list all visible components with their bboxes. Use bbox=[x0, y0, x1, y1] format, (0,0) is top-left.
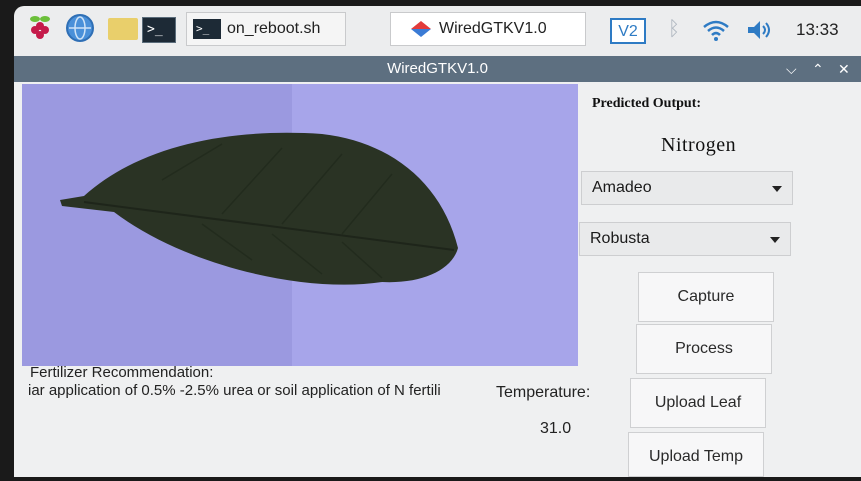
upload-temp-button[interactable]: Upload Temp bbox=[628, 432, 764, 477]
temperature-label: Temperature: bbox=[496, 384, 591, 401]
web-browser-icon[interactable] bbox=[66, 14, 94, 42]
window-titlebar[interactable]: WiredGTKV1.0 ⌵ ⌃ ✕ bbox=[14, 56, 861, 82]
terminal-icon: >_ bbox=[193, 19, 221, 39]
taskbar-button-on-reboot[interactable]: >_ on_reboot.sh bbox=[186, 12, 346, 46]
process-button[interactable]: Process bbox=[636, 324, 772, 374]
variety-dropdown[interactable]: Amadeo bbox=[581, 171, 793, 205]
raspberry-menu-icon[interactable] bbox=[26, 14, 54, 42]
leaf-image bbox=[60, 132, 458, 285]
capture-button[interactable]: Capture bbox=[638, 272, 774, 322]
close-icon[interactable]: ✕ bbox=[838, 56, 850, 82]
variety-dropdown-value: Amadeo bbox=[592, 179, 652, 196]
predicted-output-value: Nitrogen bbox=[661, 134, 737, 156]
fertilizer-recommendation-label: Fertilizer Recommendation: bbox=[30, 364, 214, 381]
species-dropdown-value: Robusta bbox=[590, 230, 650, 247]
maximize-icon[interactable]: ⌃ bbox=[812, 56, 824, 82]
chevron-down-icon bbox=[772, 186, 782, 192]
leaf-image-preview bbox=[22, 84, 578, 366]
taskbar: >_ >_ on_reboot.sh WiredGTKV1.0 V2 ᛒ 13:… bbox=[14, 6, 861, 56]
fertilizer-recommendation-text: iar application of 0.5% -2.5% urea or so… bbox=[28, 382, 441, 399]
clock[interactable]: 13:33 bbox=[796, 20, 839, 40]
temperature-value: 31.0 bbox=[540, 420, 572, 437]
chevron-down-icon bbox=[770, 237, 780, 243]
upload-leaf-button[interactable]: Upload Leaf bbox=[630, 378, 766, 428]
predicted-output-label: Predicted Output: bbox=[592, 96, 702, 111]
file-manager-icon[interactable] bbox=[108, 18, 138, 40]
species-dropdown[interactable]: Robusta bbox=[579, 222, 791, 256]
taskbar-button-label: on_reboot.sh bbox=[227, 20, 321, 37]
bluetooth-icon[interactable]: ᛒ bbox=[668, 18, 680, 41]
taskbar-button-label: WiredGTKV1.0 bbox=[439, 20, 547, 37]
app-window: WiredGTKV1.0 ⌵ ⌃ ✕ Predicted Output: Nit… bbox=[14, 56, 861, 477]
window-title: WiredGTKV1.0 bbox=[387, 60, 488, 77]
wifi-icon[interactable] bbox=[702, 18, 730, 42]
app-icon bbox=[411, 21, 431, 37]
volume-icon[interactable] bbox=[746, 18, 774, 42]
vnc-icon[interactable]: V2 bbox=[610, 18, 646, 44]
minimize-icon[interactable]: ⌵ bbox=[786, 56, 797, 82]
terminal-icon[interactable]: >_ bbox=[142, 17, 176, 43]
taskbar-button-wiredgtk[interactable]: WiredGTKV1.0 bbox=[390, 12, 586, 46]
